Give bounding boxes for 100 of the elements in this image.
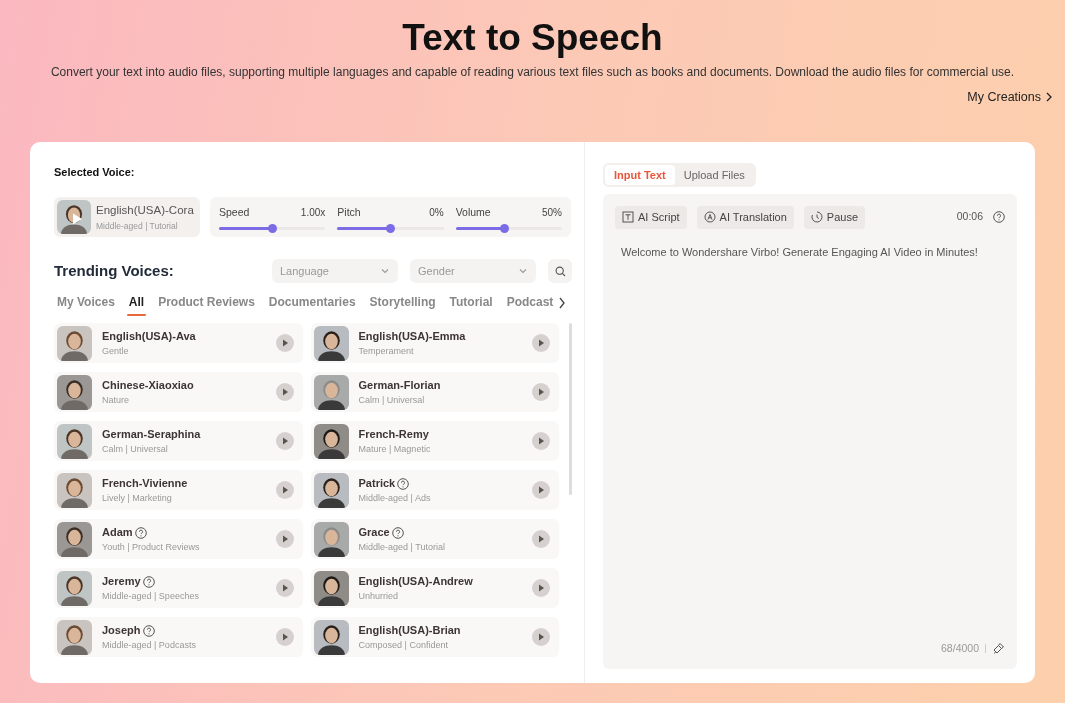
help-icon[interactable] (391, 526, 404, 539)
voice-card[interactable]: English(USA)-Emma Temperament (310, 323, 560, 364)
input-tab[interactable]: Upload Files (674, 164, 754, 185)
input-text: Welcome to Wondershare Virbo! Generate Engaging AI Video in Minutes! (621, 244, 979, 260)
category-tab[interactable]: Storytelling (369, 293, 436, 318)
voice-tags: Gentle (102, 344, 266, 359)
clock-icon (810, 211, 823, 224)
dropdown-placeholder: Language (280, 264, 329, 279)
voice-name: English(USA)-Ava (102, 329, 196, 345)
page-subtitle: Convert your text into audio files, supporting multiple languages and capable of reading various text files such as books and documents. Download the audio files for commercial use. (50, 64, 1015, 81)
play-icon[interactable] (275, 628, 294, 647)
play-icon[interactable] (275, 530, 294, 549)
voice-name: German-Seraphina (102, 427, 201, 443)
voice-card[interactable]: German-Florian Calm | Universal (310, 372, 560, 413)
tool-button[interactable]: AI Translation (696, 205, 794, 229)
slider-reading: 50% (541, 205, 562, 220)
slider-thumb[interactable] (499, 223, 509, 233)
selected-voice-card[interactable]: English(USA)-Cora Middle-aged | Tutorial (54, 197, 200, 238)
voice-card[interactable]: Jeremy Middle-aged | Speeches (54, 568, 303, 609)
slider-track[interactable] (219, 226, 326, 230)
voice-name: French-Remy (358, 427, 429, 443)
slider-reading: 1.00x (300, 205, 326, 220)
voice-tags: Middle-aged | Tutorial (96, 219, 194, 233)
voice-name: Jeremy (102, 574, 141, 590)
voice-tags: Calm | Universal (102, 442, 266, 457)
play-icon[interactable] (532, 432, 551, 451)
voice-name: French-Vivienne (102, 476, 188, 492)
chevron-right-icon[interactable] (558, 296, 566, 309)
slider-reading: 0% (429, 205, 444, 220)
voice-card[interactable]: English(USA)-Andrew Unhurried (310, 568, 560, 609)
chevron-right-icon (1045, 92, 1053, 103)
character-counter: 68/4000 (941, 641, 979, 656)
voice-card[interactable]: German-Seraphina Calm | Universal (54, 421, 303, 462)
voice-tags: Middle-aged | Tutorial (358, 540, 523, 555)
play-icon[interactable] (532, 481, 551, 500)
scrollbar[interactable] (569, 323, 572, 496)
voice-tags: Composed | Confident (358, 638, 523, 653)
voice-name: English(USA)-Emma (358, 329, 466, 345)
voice-name: English(USA)-Andrew (358, 574, 473, 590)
page-title: Text to Speech (402, 16, 663, 60)
voice-name: Joseph (102, 623, 141, 639)
voice-card[interactable]: English(USA)-Ava Gentle (54, 323, 303, 364)
tool-button[interactable]: Pause (803, 205, 866, 229)
play-icon[interactable] (70, 212, 84, 227)
help-icon[interactable] (397, 477, 410, 490)
play-icon[interactable] (275, 579, 294, 598)
voice-card[interactable]: Patrick Middle-aged | Ads (310, 470, 560, 511)
help-icon[interactable] (993, 211, 1005, 224)
play-icon[interactable] (532, 628, 551, 647)
voice-tags: Middle-aged | Podcasts (102, 638, 266, 653)
slider-track[interactable] (337, 226, 444, 230)
play-icon[interactable] (532, 383, 551, 402)
input-tab[interactable]: Input Text (605, 164, 675, 185)
voice-card[interactable]: English(USA)-Brian Composed | Confident (310, 617, 560, 658)
category-tab[interactable]: Podcast (506, 293, 554, 318)
dropdown-placeholder: Gender (418, 264, 455, 279)
play-icon[interactable] (532, 530, 551, 549)
help-icon[interactable] (134, 526, 147, 539)
category-tab[interactable]: My Voices (57, 293, 115, 318)
translate-icon (703, 211, 716, 224)
help-icon[interactable] (142, 624, 155, 637)
voice-tags: Youth | Product Reviews (102, 540, 266, 555)
play-icon[interactable] (532, 334, 551, 353)
category-tab[interactable]: Product Reviews (158, 293, 255, 318)
tool-button[interactable]: AI Script (615, 205, 687, 229)
category-tab[interactable]: All (128, 293, 145, 318)
slider-track[interactable] (455, 226, 562, 230)
voice-card[interactable]: French-Remy Mature | Magnetic (310, 421, 560, 462)
voice-name: German-Florian (358, 378, 441, 394)
slider-label: Pitch (337, 204, 361, 220)
voice-card[interactable]: Grace Middle-aged | Tutorial (310, 519, 560, 560)
slider-thumb[interactable] (386, 223, 396, 233)
help-icon[interactable] (142, 575, 155, 588)
voice-card[interactable]: Chinese-Xiaoxiao Nature (54, 372, 303, 413)
category-tab[interactable]: Tutorial (449, 293, 493, 318)
text-editor[interactable]: AI Script AI Translation Pause 00:06 Welcome to Wondershare Virbo! Generate Engaging AI Video in Minutes! 68/4000 (603, 193, 1017, 669)
slider-label: Speed (219, 204, 250, 220)
slider-thumb[interactable] (268, 223, 278, 233)
play-icon[interactable] (532, 579, 551, 598)
voice-name: Adam (102, 525, 133, 541)
play-icon[interactable] (275, 481, 294, 500)
search-button[interactable] (548, 259, 572, 284)
voice-tags: Middle-aged | Ads (358, 491, 523, 506)
search-icon (554, 265, 566, 277)
voice-tags: Temperament (358, 344, 523, 359)
duration: 00:06 (956, 209, 983, 225)
voice-name: Chinese-Xiaoxiao (102, 378, 194, 394)
play-icon[interactable] (275, 383, 294, 402)
voice-card[interactable]: Joseph Middle-aged | Podcasts (54, 617, 303, 658)
play-icon[interactable] (275, 334, 294, 353)
voice-tags: Middle-aged | Speeches (102, 589, 266, 604)
play-icon[interactable] (275, 432, 294, 451)
voice-card[interactable]: Adam Youth | Product Reviews (54, 519, 303, 560)
voice-tags: Unhurried (358, 589, 523, 604)
voice-tags: Calm | Universal (358, 393, 523, 408)
voice-name: English(USA)-Brian (358, 623, 461, 639)
category-tab[interactable]: Documentaries (268, 293, 356, 318)
voice-card[interactable]: French-Vivienne Lively | Marketing (54, 470, 303, 511)
my-creations-link[interactable]: My Creations (967, 88, 1053, 107)
text-box-icon (622, 211, 634, 224)
